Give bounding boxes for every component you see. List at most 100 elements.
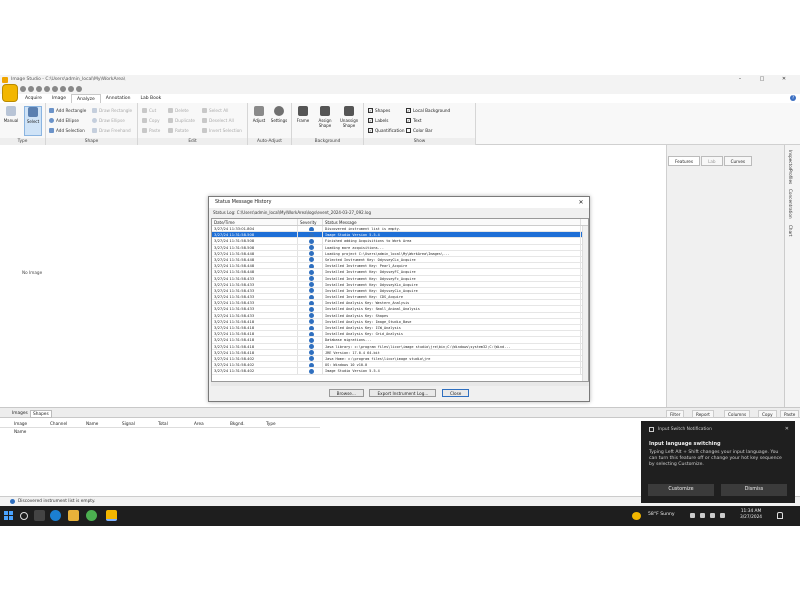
- column-signal[interactable]: Signal: [108, 420, 144, 427]
- dismiss-button[interactable]: Dismiss: [721, 484, 787, 496]
- quantification-checkbox[interactable]: ✓ Quantification: [368, 126, 405, 134]
- adjust-button[interactable]: Adjust: [250, 106, 268, 123]
- side-tab-inspector[interactable]: Inspector: [788, 150, 793, 170]
- add-rectangle-button[interactable]: Add Rectangle: [49, 106, 86, 114]
- export-instrument-log-button[interactable]: Export Instrument Log...: [369, 389, 437, 397]
- tab-acquire[interactable]: Acquire: [20, 94, 47, 103]
- side-tab-chart[interactable]: Chart: [788, 225, 793, 237]
- select-all-button[interactable]: Select All: [202, 106, 228, 114]
- redo-icon[interactable]: [36, 86, 42, 92]
- weather-text[interactable]: 58°F Sunny: [648, 512, 675, 517]
- search-icon[interactable]: [20, 512, 28, 520]
- assign-shape-button[interactable]: Assign Shape: [316, 106, 334, 128]
- column-image-name[interactable]: Image Name: [0, 420, 36, 434]
- side-tab-profiles[interactable]: Profiles: [788, 169, 793, 184]
- column-name[interactable]: Name: [72, 420, 108, 427]
- customize-button[interactable]: Customize: [648, 484, 714, 496]
- copy-button[interactable]: Copy: [142, 116, 160, 124]
- labels-checkbox[interactable]: ✓ Labels: [368, 116, 388, 124]
- add-selection-button[interactable]: Add Selection: [49, 126, 85, 134]
- info-severity-icon: [308, 313, 314, 318]
- local-background-checkbox[interactable]: ✓ Local Background: [406, 106, 450, 114]
- application-menu-button[interactable]: [2, 84, 18, 102]
- copy-results-button[interactable]: Copy: [758, 410, 777, 418]
- image-studio-taskbar-icon[interactable]: [106, 510, 117, 521]
- unassign-shape-button[interactable]: Unassign Shape: [340, 106, 358, 128]
- tab-image[interactable]: Image: [47, 94, 71, 103]
- info-icon[interactable]: [10, 499, 15, 504]
- add-ellipse-button[interactable]: Add Ellipse: [49, 116, 79, 124]
- settings-icon[interactable]: [44, 86, 50, 92]
- column-severity[interactable]: Severity: [298, 219, 323, 225]
- save-icon[interactable]: [20, 86, 26, 92]
- edge-icon[interactable]: [50, 510, 61, 521]
- undo-icon[interactable]: [28, 86, 34, 92]
- rotate-button[interactable]: Rotate: [168, 126, 189, 134]
- column-status-message[interactable]: Status Message: [323, 219, 581, 225]
- color-bar-checkbox[interactable]: Color Bar: [406, 126, 432, 134]
- file-explorer-icon[interactable]: [68, 510, 79, 521]
- column-area[interactable]: Area: [180, 420, 216, 427]
- help-icon[interactable]: ?: [790, 95, 796, 101]
- deselect-all-button[interactable]: Deselect All: [202, 116, 234, 124]
- volume-icon[interactable]: [710, 513, 715, 518]
- draw-rectangle-button[interactable]: Draw Rectangle: [92, 106, 132, 114]
- tab-shapes[interactable]: Shapes: [30, 410, 52, 418]
- delete-button[interactable]: Delete: [168, 106, 189, 114]
- cut-button[interactable]: Cut: [142, 106, 156, 114]
- draw-ellipse-button[interactable]: Draw Ellipse: [92, 116, 125, 124]
- tab-lab[interactable]: Lab: [701, 156, 723, 166]
- row-status-message: Installed Instrument Key: OdysseyFc_Acqu…: [323, 275, 581, 281]
- column-channel[interactable]: Channel: [36, 420, 72, 427]
- select-button[interactable]: Select: [24, 106, 42, 136]
- close-button[interactable]: Close: [441, 389, 470, 397]
- text-checkbox[interactable]: ✓ Text: [406, 116, 421, 124]
- tab-curves[interactable]: Curves: [723, 156, 753, 166]
- windows-start-icon[interactable]: [4, 511, 13, 520]
- network-icon[interactable]: [700, 513, 705, 518]
- shapes-checkbox[interactable]: ✓ Shapes: [368, 106, 390, 114]
- taskbar-clock[interactable]: 11:34 AM 3/27/2024: [740, 509, 762, 521]
- horizontal-scrollbar[interactable]: [211, 382, 589, 386]
- tab-features[interactable]: Features: [668, 156, 701, 166]
- columns-button[interactable]: Columns: [724, 410, 751, 418]
- notification-bell-icon[interactable]: [777, 512, 783, 519]
- column-date-time[interactable]: Date/Time: [212, 219, 298, 225]
- chevron-up-icon[interactable]: [690, 513, 695, 518]
- vertical-scrollbar[interactable]: [582, 226, 588, 381]
- task-view-icon[interactable]: [34, 510, 45, 521]
- draw-freehand-button[interactable]: Draw Freehand: [92, 126, 131, 134]
- maximize-button[interactable]: □: [754, 75, 770, 84]
- tab-analyze[interactable]: Analyze: [71, 94, 101, 103]
- help-circle-icon[interactable]: [76, 86, 82, 92]
- minimize-button[interactable]: –: [732, 75, 748, 84]
- refresh-icon[interactable]: [52, 86, 58, 92]
- settings-button[interactable]: Settings: [270, 106, 288, 123]
- close-window-button[interactable]: ✕: [776, 75, 792, 84]
- manual-button[interactable]: Manual: [2, 106, 20, 123]
- dialog-close-button[interactable]: ✕: [576, 197, 586, 208]
- info-severity-icon: [308, 368, 314, 374]
- filter-button[interactable]: Filter: [666, 410, 685, 418]
- zoom-in-icon[interactable]: [60, 86, 66, 92]
- tab-lab-book[interactable]: Lab Book: [135, 94, 166, 103]
- row-status-message: Selected Instrument Key: OdysseyCLx_Acqu…: [323, 256, 581, 263]
- paste-button[interactable]: Paste: [142, 126, 160, 134]
- report-button[interactable]: Report: [692, 410, 714, 418]
- tab-annotation[interactable]: Annotation: [101, 94, 136, 103]
- frame-button[interactable]: Frame: [294, 106, 312, 123]
- paste-results-button[interactable]: Paste: [780, 410, 800, 418]
- side-tab-concentration[interactable]: Concentration: [788, 189, 793, 219]
- column-bkgnd[interactable]: Bkgnd.: [216, 420, 252, 427]
- column-total[interactable]: Total: [144, 420, 180, 427]
- browse-button[interactable]: Browse...: [328, 389, 364, 397]
- notification-close-button[interactable]: ✕: [785, 426, 789, 432]
- zoom-out-icon[interactable]: [68, 86, 74, 92]
- table-row[interactable]: 3/27/24 11:31:58.402 Image Studio Version…: [212, 368, 588, 375]
- battery-icon[interactable]: [720, 513, 725, 518]
- invert-selection-button[interactable]: Invert Selection: [202, 126, 242, 134]
- tab-images[interactable]: Images: [10, 410, 30, 418]
- duplicate-button[interactable]: Duplicate: [168, 116, 195, 124]
- chrome-icon[interactable]: [86, 510, 97, 521]
- column-type[interactable]: Type: [252, 420, 288, 427]
